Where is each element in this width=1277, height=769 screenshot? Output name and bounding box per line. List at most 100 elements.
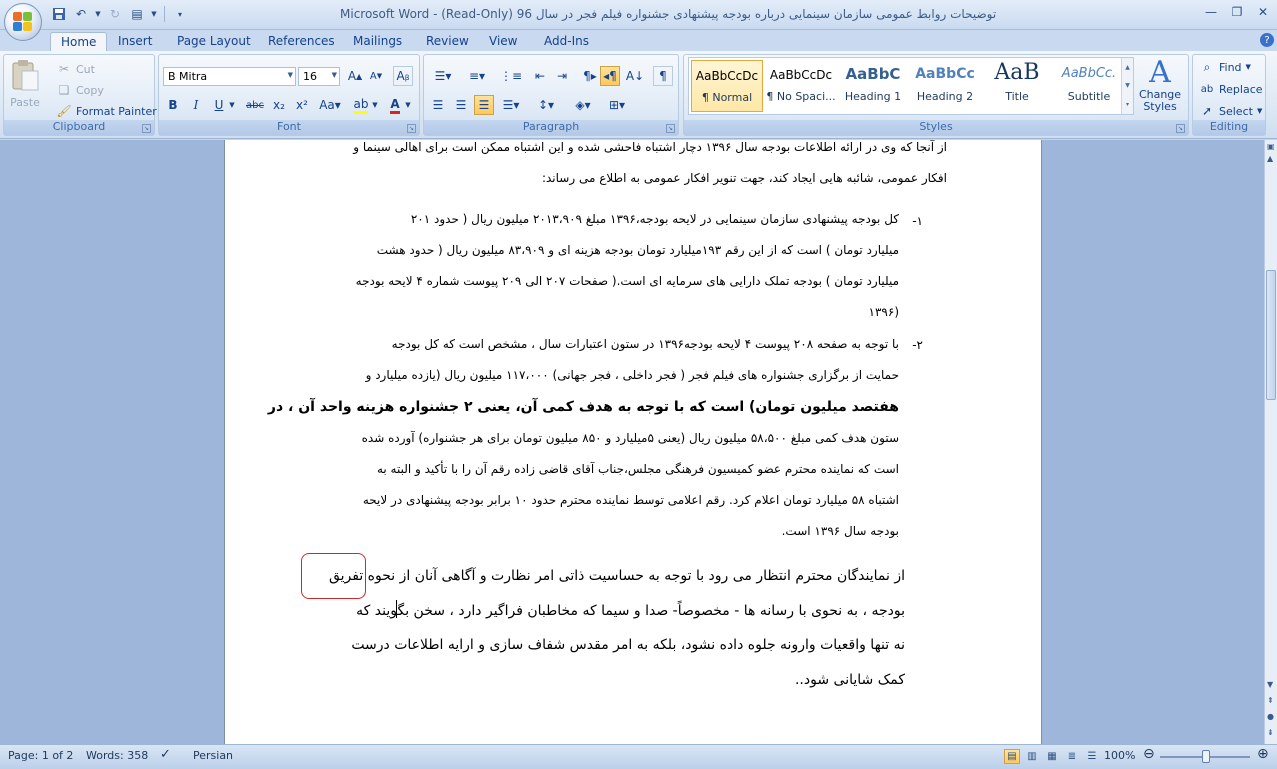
print-dropdown-icon[interactable]: ▼: [150, 5, 158, 23]
document-area: از آنجا که وی در ارائه اطلاعات بودجه سال…: [0, 140, 1264, 744]
ruler-toggle-icon[interactable]: ▣: [1267, 142, 1275, 151]
scroll-down-icon[interactable]: ▼: [1125, 82, 1130, 89]
shrink-font-icon[interactable]: A ▼: [366, 66, 386, 86]
align-right-icon[interactable]: ☰: [474, 95, 494, 115]
multilevel-list-icon[interactable]: ⋮≡: [496, 66, 526, 86]
increase-indent-icon[interactable]: ⇥: [552, 66, 572, 86]
outline-icon[interactable]: ≣: [1064, 749, 1080, 764]
tab-review[interactable]: Review: [416, 32, 479, 52]
document-page[interactable]: از آنجا که وی در ارائه اطلاعات بودجه سال…: [224, 140, 1042, 744]
paragraph-launcher-icon[interactable]: ↘: [666, 124, 675, 133]
bullets-icon[interactable]: ☰▾: [428, 66, 458, 86]
highlight-dropdown-icon[interactable]: ▼: [370, 95, 380, 115]
scroll-down-icon[interactable]: ▼: [1267, 680, 1273, 689]
full-screen-reading-icon[interactable]: ▥: [1024, 749, 1040, 764]
gallery-scroll[interactable]: ▲ ▼ ▾: [1121, 58, 1133, 114]
undo-dropdown-icon[interactable]: ▼: [94, 5, 102, 23]
find-button[interactable]: ⌕ Find ▼: [1199, 59, 1251, 75]
doc-line: میلیارد تومان ) بودجه تملک دارایی های سر…: [355, 274, 899, 288]
font-size-combo[interactable]: 16 ▼: [298, 67, 340, 86]
proofing-icon[interactable]: ✓: [160, 747, 171, 762]
tab-insert[interactable]: Insert: [108, 32, 162, 52]
subscript-icon[interactable]: x₂: [269, 95, 289, 115]
scroll-up-icon[interactable]: ▲: [1125, 64, 1130, 71]
strikethrough-icon[interactable]: abc: [245, 95, 265, 115]
scroll-up-icon[interactable]: ▲: [1267, 154, 1273, 163]
align-left-icon[interactable]: ☰: [428, 95, 448, 115]
style-normal[interactable]: AaBbCcDc ¶ Normal: [691, 60, 763, 112]
more-icon[interactable]: ▾: [1126, 101, 1129, 108]
ltr-direction-icon[interactable]: ¶▸: [580, 66, 600, 86]
save-icon[interactable]: [50, 5, 68, 23]
redo-icon[interactable]: ↻: [106, 5, 124, 23]
style-heading-1[interactable]: AaBbC Heading 1: [837, 60, 909, 112]
zoom-level[interactable]: 100%: [1104, 749, 1135, 762]
highlight-icon[interactable]: ab: [351, 95, 371, 115]
next-page-icon[interactable]: ⇟: [1267, 728, 1274, 737]
cut-button[interactable]: ✂ Cut: [56, 61, 95, 77]
page-count[interactable]: Page: 1 of 2: [8, 749, 73, 762]
change-case-icon[interactable]: Aa▾: [317, 95, 343, 115]
tab-home[interactable]: Home: [50, 32, 108, 52]
help-icon[interactable]: ?: [1260, 33, 1274, 47]
office-button[interactable]: [4, 3, 42, 41]
paste-button[interactable]: Paste: [10, 59, 40, 109]
font-color-dropdown-icon[interactable]: ▼: [403, 95, 413, 115]
tab-page-layout[interactable]: Page Layout: [167, 32, 261, 52]
customize-qat-icon[interactable]: ▾: [171, 5, 189, 23]
tab-mailings[interactable]: Mailings: [343, 32, 412, 52]
underline-icon[interactable]: U: [209, 95, 229, 115]
select-button[interactable]: ➚ Select ▼: [1199, 103, 1262, 119]
grow-font-icon[interactable]: A ▲: [345, 66, 365, 86]
draft-icon[interactable]: ☰: [1084, 749, 1100, 764]
superscript-icon[interactable]: x²: [292, 95, 312, 115]
zoom-slider-handle[interactable]: [1202, 750, 1210, 763]
web-layout-icon[interactable]: ▦: [1044, 749, 1060, 764]
bold-icon[interactable]: B: [163, 95, 183, 115]
decrease-indent-icon[interactable]: ⇤: [530, 66, 550, 86]
tab-view[interactable]: View: [479, 32, 527, 52]
underline-dropdown-icon[interactable]: ▼: [227, 95, 237, 115]
undo-icon[interactable]: ↶: [72, 5, 90, 23]
vertical-scrollbar[interactable]: ▣ ▲ ▼ ⇞ ● ⇟: [1264, 140, 1277, 744]
scroll-thumb[interactable]: [1266, 270, 1276, 400]
style-heading-2[interactable]: AaBbCc Heading 2: [909, 60, 981, 112]
print-layout-icon[interactable]: ▤: [1004, 749, 1020, 764]
copy-button[interactable]: ❏ Copy: [56, 82, 104, 98]
font-color-icon[interactable]: A: [385, 95, 405, 115]
show-formatting-icon[interactable]: ¶: [653, 66, 673, 86]
print-preview-icon[interactable]: ▤: [128, 5, 146, 23]
font-name-combo[interactable]: B Mitra ▼: [163, 67, 296, 86]
clear-formatting-icon[interactable]: Aᵦ: [393, 66, 413, 86]
minimize-icon[interactable]: —: [1203, 4, 1219, 20]
style-no-spacing[interactable]: AaBbCcDc ¶ No Spaci...: [765, 60, 837, 112]
borders-icon[interactable]: ⊞▾: [602, 95, 632, 115]
close-icon[interactable]: ✕: [1255, 4, 1271, 20]
zoom-in-icon[interactable]: ⊕: [1257, 746, 1269, 762]
tab-references[interactable]: References: [258, 32, 345, 52]
language-indicator[interactable]: Persian: [193, 749, 233, 762]
style-subtitle[interactable]: AaBbCc. Subtitle: [1053, 60, 1125, 112]
style-title[interactable]: AaB Title: [981, 60, 1053, 112]
replace-button[interactable]: ab Replace: [1199, 81, 1263, 97]
zoom-out-icon[interactable]: ⊖: [1143, 746, 1155, 762]
justify-icon[interactable]: ☰▾: [497, 95, 525, 115]
word-count[interactable]: Words: 358: [86, 749, 148, 762]
shading-icon[interactable]: ◈▾: [568, 95, 598, 115]
numbering-icon[interactable]: ≡▾: [462, 66, 492, 86]
sort-icon[interactable]: A↓: [625, 66, 645, 86]
line-spacing-icon[interactable]: ↕▾: [532, 95, 560, 115]
clipboard-launcher-icon[interactable]: ↘: [142, 124, 151, 133]
font-launcher-icon[interactable]: ↘: [407, 124, 416, 133]
format-painter-button[interactable]: 🖌 Format Painter: [56, 103, 156, 119]
restore-icon[interactable]: ❐: [1229, 4, 1245, 20]
rtl-direction-icon[interactable]: ◂¶: [600, 66, 620, 86]
tab-add-ins[interactable]: Add-Ins: [534, 32, 599, 52]
styles-launcher-icon[interactable]: ↘: [1176, 124, 1185, 133]
browse-object-icon[interactable]: ●: [1267, 712, 1274, 721]
italic-icon[interactable]: I: [186, 95, 206, 115]
align-center-icon[interactable]: ☰: [451, 95, 471, 115]
editing-group: ⌕ Find ▼ ab Replace ➚ Select ▼ Editing: [1192, 54, 1266, 136]
previous-page-icon[interactable]: ⇞: [1267, 696, 1274, 705]
change-styles-button[interactable]: A Change Styles: [1138, 57, 1182, 113]
